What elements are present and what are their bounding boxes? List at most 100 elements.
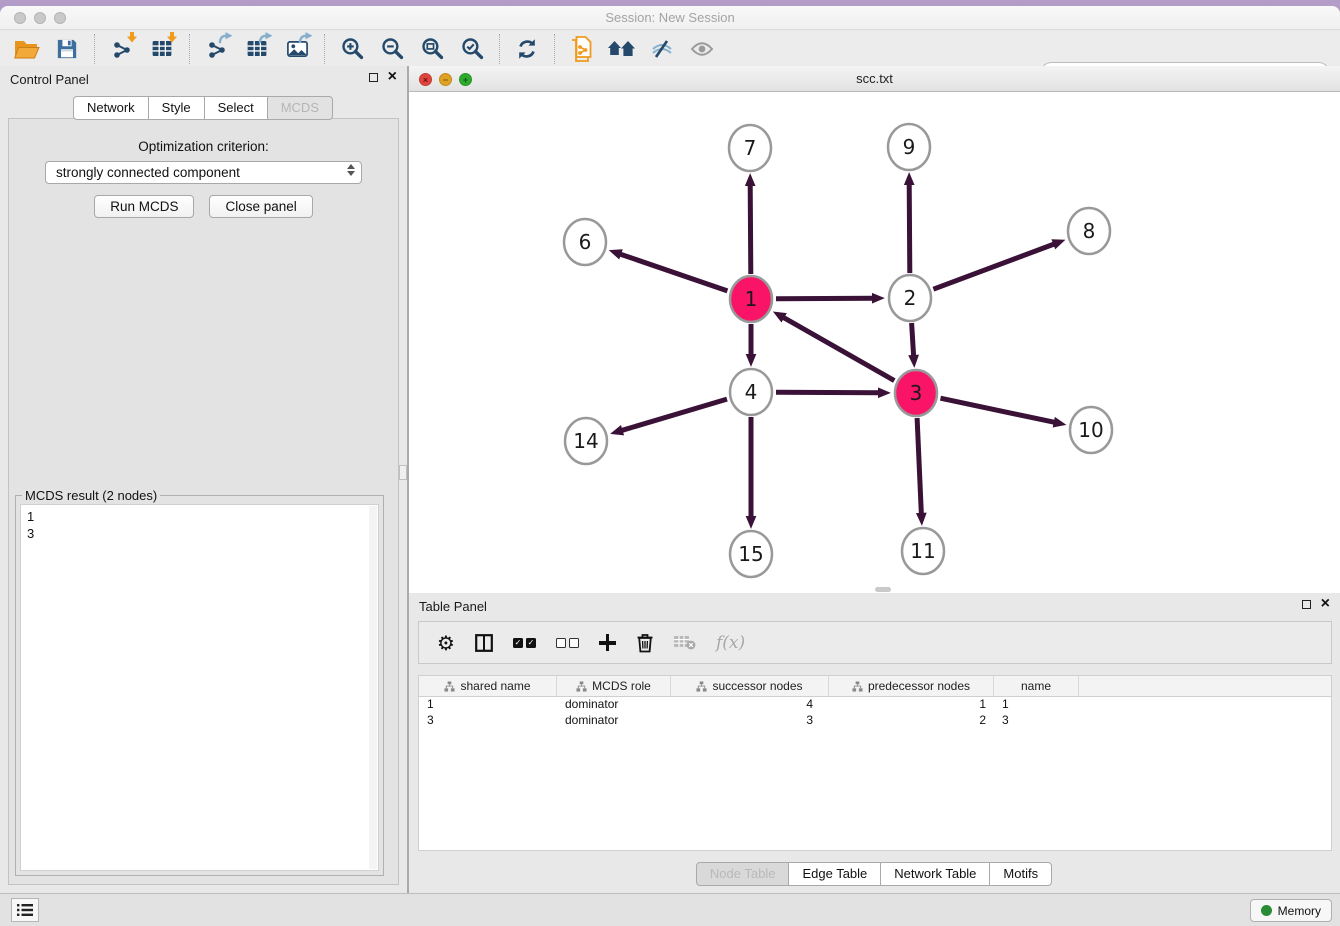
column-header-shared-name[interactable]: shared name	[419, 676, 557, 696]
graph-edge-3-1[interactable]	[782, 317, 894, 381]
graph-edge-4-3[interactable]	[776, 392, 880, 393]
close-panel-button[interactable]: Close panel	[209, 195, 312, 218]
tab-style[interactable]: Style	[148, 96, 205, 120]
memory-button[interactable]: Memory	[1250, 899, 1332, 922]
mcds-result-box: MCDS result (2 nodes) 1 3	[15, 495, 384, 876]
zoom-in-icon[interactable]	[337, 35, 367, 63]
tab-motifs[interactable]: Motifs	[989, 862, 1052, 886]
zoom-selected-icon[interactable]	[457, 35, 487, 63]
control-panel: Control Panel × Network Style Select MCD…	[0, 66, 408, 893]
cell-shared-name[interactable]: 1	[419, 697, 557, 713]
graph-edge-3-10[interactable]	[941, 398, 1056, 422]
close-panel-icon[interactable]: ×	[388, 71, 397, 83]
network-scrollbar-thumb[interactable]	[875, 587, 891, 592]
export-network-icon[interactable]	[202, 35, 232, 63]
cell-predecessor-nodes[interactable]: 1	[829, 697, 994, 713]
zoom-out-icon[interactable]	[377, 35, 407, 63]
graph-node-label: 4	[745, 380, 758, 404]
cell-name[interactable]: 1	[994, 697, 1079, 713]
save-session-icon[interactable]	[52, 35, 82, 63]
network-canvas[interactable]: 7 9 6 8 1 2 4 3 14 10 15 11	[409, 92, 1340, 593]
tab-network[interactable]: Network	[73, 96, 149, 120]
graph-node-7[interactable]: 7	[729, 125, 771, 171]
result-scrollbar[interactable]	[369, 506, 377, 869]
import-network-icon[interactable]	[107, 35, 137, 63]
mcds-result-list[interactable]: 1 3	[20, 504, 379, 871]
table-toolbar: ⚙ ✓✓ f(x)	[418, 621, 1332, 664]
panel-splitter-handle[interactable]	[399, 465, 407, 480]
control-panel-title: Control Panel	[10, 72, 89, 87]
float-panel-icon[interactable]	[369, 73, 378, 82]
graph-node-15[interactable]: 15	[730, 531, 772, 577]
float-table-panel-icon[interactable]	[1302, 600, 1311, 609]
tab-select[interactable]: Select	[204, 96, 268, 120]
graph-node-label: 11	[910, 539, 935, 563]
graph-edge-1-6[interactable]	[619, 254, 727, 291]
optimization-criterion-select[interactable]: strongly connected component	[45, 161, 362, 184]
create-column-icon[interactable]	[599, 634, 616, 651]
graph-edge-1-7[interactable]	[750, 184, 751, 274]
table-row[interactable]: 3 dominator 3 2 3	[419, 713, 1331, 729]
graph-node-3[interactable]: 3	[895, 370, 937, 416]
task-history-button[interactable]	[11, 898, 39, 922]
zoom-fit-icon[interactable]	[417, 35, 447, 63]
table-header-row: shared name MCDS role successor nodes pr…	[419, 676, 1331, 697]
select-all-columns-icon[interactable]: ✓✓	[513, 638, 536, 648]
column-header-predecessor-nodes[interactable]: predecessor nodes	[829, 676, 994, 696]
show-columns-icon[interactable]	[475, 634, 493, 652]
graph-node-1[interactable]: 1	[730, 276, 772, 322]
cell-mcds-role[interactable]: dominator	[557, 713, 671, 729]
column-header-mcds-role[interactable]: MCDS role	[557, 676, 671, 696]
tab-network-table[interactable]: Network Table	[880, 862, 990, 886]
graph-edge-2-8[interactable]	[933, 244, 1055, 290]
memory-label: Memory	[1278, 904, 1321, 918]
dropdown-stepper-icon	[347, 164, 355, 176]
deselect-all-columns-icon[interactable]	[556, 638, 579, 648]
graph-node-label: 10	[1078, 418, 1103, 442]
graph-edge-2-9[interactable]	[909, 183, 910, 273]
graph-edge-2-3[interactable]	[912, 323, 914, 357]
tab-mcds[interactable]: MCDS	[267, 96, 333, 120]
cell-shared-name[interactable]: 3	[419, 713, 557, 729]
tab-edge-table[interactable]: Edge Table	[788, 862, 881, 886]
table-row[interactable]: 1 dominator 4 1 1	[419, 697, 1331, 713]
hide-selected-icon[interactable]	[647, 35, 677, 63]
network-window-titlebar: × − + scc.txt	[409, 66, 1340, 92]
graph-node-6[interactable]: 6	[564, 219, 606, 265]
graph-node-14[interactable]: 14	[565, 418, 607, 464]
graph-edge-1-2[interactable]	[776, 298, 874, 299]
cell-name[interactable]: 3	[994, 713, 1079, 729]
tab-node-table[interactable]: Node Table	[696, 862, 790, 886]
graph-edge-3-11[interactable]	[917, 418, 921, 515]
cell-successor-nodes[interactable]: 3	[671, 713, 829, 729]
cell-successor-nodes[interactable]: 4	[671, 697, 829, 713]
table-panel: Table Panel × ⚙ ✓✓ f(x)	[408, 593, 1340, 893]
graph-node-11[interactable]: 11	[902, 528, 944, 574]
graph-node-10[interactable]: 10	[1070, 407, 1112, 453]
graph-node-label: 9	[903, 135, 916, 159]
cell-predecessor-nodes[interactable]: 2	[829, 713, 994, 729]
graph-node-8[interactable]: 8	[1068, 208, 1110, 254]
status-bar: Memory	[0, 893, 1340, 926]
close-table-panel-icon[interactable]: ×	[1321, 598, 1330, 610]
open-session-icon[interactable]	[12, 35, 42, 63]
export-table-icon[interactable]	[242, 35, 272, 63]
show-all-icon[interactable]	[687, 35, 717, 63]
import-table-icon[interactable]	[147, 35, 177, 63]
delete-column-icon[interactable]	[636, 633, 654, 653]
column-header-successor-nodes[interactable]: successor nodes	[671, 676, 829, 696]
graph-node-9[interactable]: 9	[888, 124, 930, 170]
column-header-name[interactable]: name	[994, 676, 1079, 696]
graph-node-4[interactable]: 4	[730, 369, 772, 415]
memory-status-icon	[1261, 905, 1272, 916]
refresh-view-icon[interactable]	[512, 35, 542, 63]
cell-mcds-role[interactable]: dominator	[557, 697, 671, 713]
copy-network-icon[interactable]	[567, 35, 597, 63]
graph-edge-4-14[interactable]	[621, 399, 728, 431]
table-settings-icon[interactable]: ⚙	[437, 633, 455, 653]
graph-node-2[interactable]: 2	[889, 275, 931, 321]
window-titlebar: Session: New Session	[0, 6, 1340, 30]
run-mcds-button[interactable]: Run MCDS	[94, 195, 194, 218]
export-image-icon[interactable]	[282, 35, 312, 63]
first-neighbors-icon[interactable]	[607, 35, 637, 63]
